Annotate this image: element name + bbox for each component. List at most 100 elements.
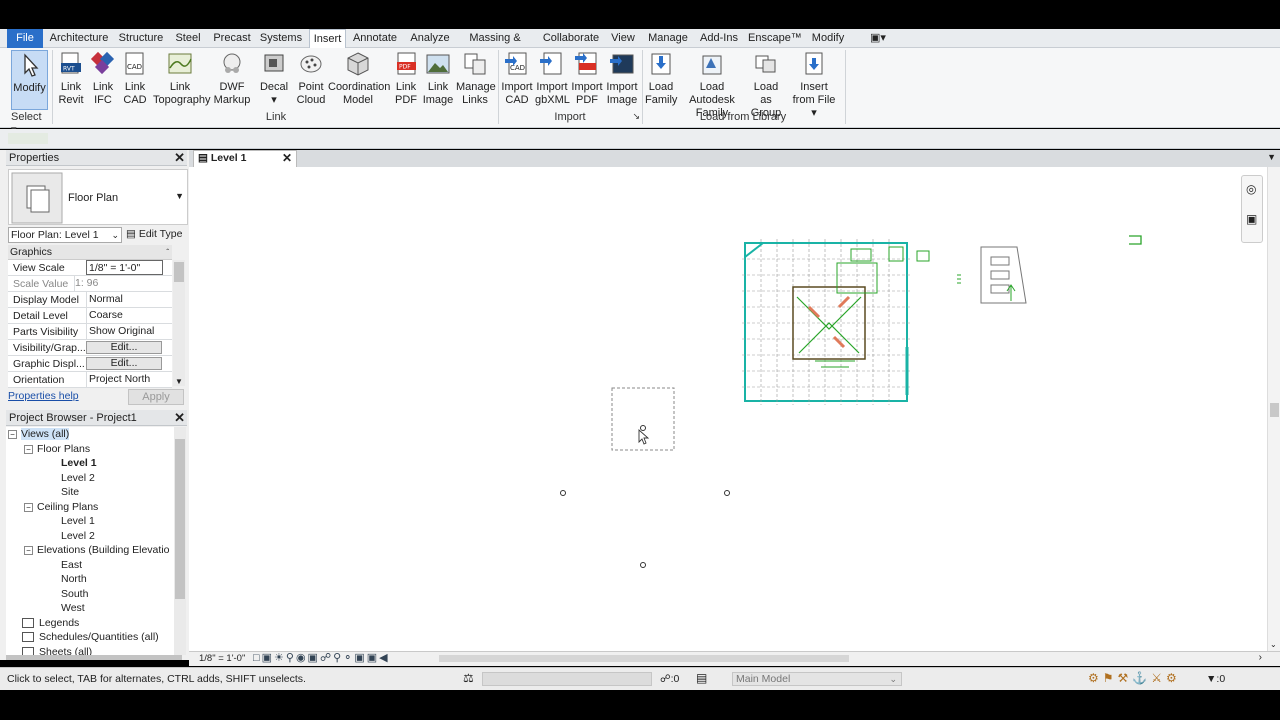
tab-architecture[interactable]: Architecture: [49, 29, 109, 48]
import-gbxml-button[interactable]: Import gbXML: [535, 50, 570, 110]
link-pdf-button[interactable]: PDF Link PDF: [393, 50, 419, 110]
doc-tab-level-1[interactable]: ▤ Level 1 ✕: [193, 150, 297, 167]
link-image-button[interactable]: Link Image: [422, 50, 454, 110]
browser-hscrollbar[interactable]: [6, 655, 182, 660]
tree-views-all[interactable]: − Views (all): [8, 427, 173, 442]
tree-elev-north[interactable]: North: [61, 572, 174, 587]
decal-button[interactable]: Decal ▾: [258, 50, 290, 110]
properties-help-link[interactable]: Properties help: [8, 390, 79, 402]
type-selector[interactable]: Floor Plan ▼: [8, 169, 188, 225]
tab-insert[interactable]: Insert: [309, 29, 346, 48]
elevation-marker-west[interactable]: [560, 490, 566, 496]
graphics-section[interactable]: Graphics ˆ: [8, 245, 172, 260]
link-cad-button[interactable]: CAD Link CAD: [120, 50, 150, 110]
canvas-vscrollbar[interactable]: ⌄: [1267, 167, 1280, 651]
doc-tab-close-icon[interactable]: ✕: [282, 151, 292, 166]
properties-close-icon[interactable]: ✕: [174, 150, 185, 166]
selection-filter-icons[interactable]: ⚙⚑⚒⚓⚔⚙: [1088, 671, 1181, 685]
filter-count[interactable]: ▼:0: [1206, 673, 1225, 685]
browser-close-icon[interactable]: ✕: [174, 410, 185, 426]
decal-icon: [264, 54, 284, 72]
tree-elev-east[interactable]: East: [61, 558, 174, 573]
tree-sheets[interactable]: Sheets (all): [22, 645, 174, 655]
type-dropdown-icon[interactable]: ▼: [175, 191, 184, 201]
prop-display-model[interactable]: Display Model Normal: [8, 292, 172, 308]
elevation-marker-north[interactable]: [640, 425, 646, 431]
workset-field[interactable]: [482, 672, 652, 686]
link-topography-button[interactable]: Link Topography: [153, 50, 211, 110]
tab-annotate[interactable]: Annotate: [351, 29, 399, 48]
load-family-button[interactable]: Load Family: [645, 50, 677, 110]
tree-schedules[interactable]: Schedules/Quantities (all): [22, 630, 174, 645]
tab-add-ins[interactable]: Add-Ins: [697, 29, 741, 48]
tree-ceiling-level-2[interactable]: Level 2: [61, 529, 174, 544]
elevation-marker-south[interactable]: [640, 562, 646, 568]
canvas-hscrollbar[interactable]: [439, 655, 849, 662]
tab-analyze[interactable]: Analyze: [408, 29, 452, 48]
prop-orientation[interactable]: Orientation Project North: [8, 372, 172, 388]
tab-structure[interactable]: Structure: [117, 29, 165, 48]
panel-toggle-icon[interactable]: ▣▾: [866, 29, 890, 48]
zoom-icon[interactable]: ▣: [1246, 212, 1257, 226]
manage-links-button[interactable]: Manage Links: [456, 50, 496, 110]
visibility-edit-button[interactable]: Edit...: [86, 341, 162, 354]
dwf-markup-button[interactable]: DWF Markup: [213, 50, 251, 110]
tree-elevations[interactable]: − Elevations (Building Elevatio: [24, 543, 174, 558]
coordination-model-icon: [347, 52, 369, 76]
tab-manage[interactable]: Manage: [646, 29, 690, 48]
elevation-marker-east[interactable]: [724, 490, 730, 496]
load-as-group-button[interactable]: Load as Group: [748, 50, 784, 119]
import-pdf-button[interactable]: Import PDF: [571, 50, 603, 110]
properties-scrollbar[interactable]: ▼: [173, 260, 185, 386]
design-option-select[interactable]: Main Model ⌄: [732, 672, 902, 686]
tab-file[interactable]: File: [7, 29, 43, 48]
group-select[interactable]: Select ▾: [4, 111, 50, 136]
floor-plan-tab-icon: ▤: [198, 152, 208, 164]
worksets-icon[interactable]: ⚖: [463, 671, 474, 685]
modify-button[interactable]: Modify: [11, 50, 48, 110]
tree-floor-site[interactable]: Site: [61, 485, 174, 500]
prop-parts-visibility[interactable]: Parts Visibility Show Original: [8, 324, 172, 340]
coordination-model-button[interactable]: Coordination Model: [328, 50, 390, 110]
load-autodesk-family-button[interactable]: Load Autodesk Family: [678, 50, 746, 119]
tab-systems[interactable]: Systems: [259, 29, 303, 48]
apply-button[interactable]: Apply: [128, 389, 184, 405]
prop-detail-level[interactable]: Detail Level Coarse: [8, 308, 172, 324]
instance-selector[interactable]: Floor Plan: Level 1 ⌄: [8, 227, 122, 243]
scroll-right-icon[interactable]: ›: [1259, 652, 1262, 663]
tree-floor-plans[interactable]: − Floor Plans: [24, 442, 174, 457]
view-control-icons[interactable]: □▣☀⚲◉▣☍⚲⚬▣▣◀: [253, 651, 390, 664]
import-image-button[interactable]: Import Image: [605, 50, 639, 110]
link-revit-button[interactable]: RVT Link Revit: [56, 50, 86, 110]
tree-floor-level-2[interactable]: Level 2: [61, 471, 174, 486]
steering-wheel-icon[interactable]: ◎: [1246, 182, 1256, 196]
drawing-canvas[interactable]: ◎ ▣: [189, 167, 1267, 651]
tab-massing-site[interactable]: Massing & Site: [459, 29, 531, 63]
tree-floor-level-1[interactable]: Level 1: [61, 456, 174, 471]
tab-enscape[interactable]: Enscape™: [748, 29, 802, 48]
tree-elev-west[interactable]: West: [61, 601, 174, 616]
tree-elev-south[interactable]: South: [61, 587, 174, 602]
design-options-icon[interactable]: ▤: [696, 671, 707, 685]
tab-precast[interactable]: Precast: [211, 29, 253, 48]
insert-from-file-icon: [805, 52, 823, 75]
tree-ceiling-level-1[interactable]: Level 1: [61, 514, 174, 529]
tab-view[interactable]: View: [608, 29, 638, 48]
tree-ceiling-plans[interactable]: − Ceiling Plans: [24, 500, 174, 515]
point-cloud-button[interactable]: Point Cloud: [296, 50, 326, 110]
tab-steel[interactable]: Steel: [172, 29, 204, 48]
browser-scrollbar[interactable]: [174, 427, 186, 655]
graphic-display-edit-button[interactable]: Edit...: [86, 357, 162, 370]
insert-from-file-button[interactable]: Insert from File ▾: [790, 50, 838, 119]
navigation-bar: ◎ ▣: [1241, 175, 1263, 243]
view-scale-control[interactable]: 1/8" = 1'-0": [199, 653, 245, 664]
tab-modify[interactable]: Modify: [808, 29, 848, 48]
load-group-icon: [755, 55, 776, 73]
tab-collaborate[interactable]: Collaborate: [540, 29, 602, 48]
view-scale-input[interactable]: 1/8" = 1'-0": [86, 260, 163, 275]
tab-menu-icon[interactable]: ▼: [1267, 152, 1276, 162]
link-ifc-button[interactable]: Link IFC: [89, 50, 117, 110]
import-cad-button[interactable]: CAD Import CAD: [501, 50, 533, 110]
tree-legends[interactable]: Legends: [22, 616, 174, 631]
edit-type-button[interactable]: ▤ Edit Type: [126, 228, 182, 240]
